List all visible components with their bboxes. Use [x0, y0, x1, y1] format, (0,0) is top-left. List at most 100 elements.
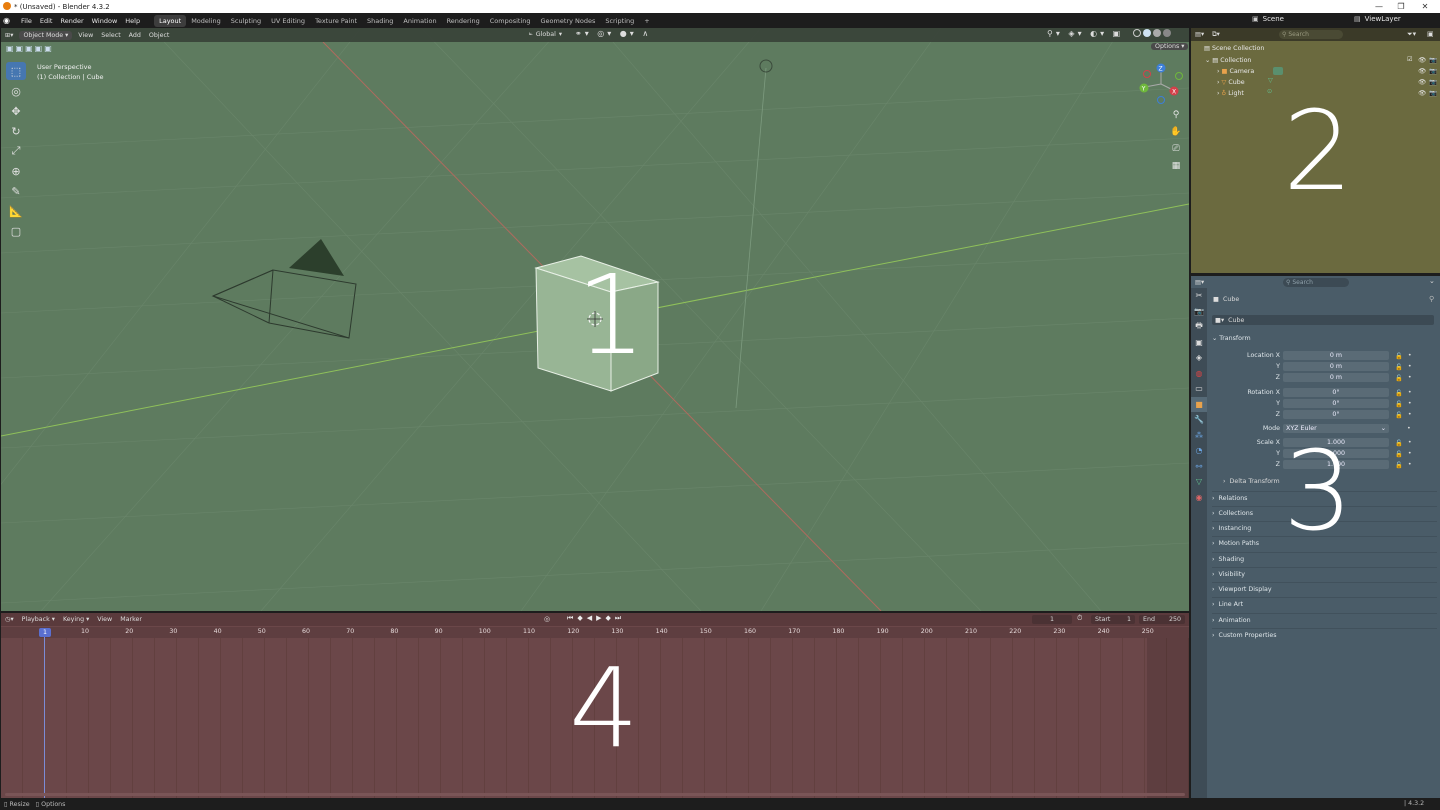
- collection-render-camera-icon[interactable]: 📷: [1429, 56, 1437, 64]
- outliner-editor[interactable]: ▤▾ ⧉▾ ⚲ Search ⏷▾ ▣ ▤ Scene Collection ⌄…: [1191, 28, 1440, 273]
- panel-viewport-display[interactable]: › Viewport Display: [1212, 582, 1437, 595]
- workspace-tab-layout[interactable]: Layout: [154, 14, 187, 27]
- rotation-z-field[interactable]: 0°: [1283, 410, 1389, 419]
- maximize-button[interactable]: ❐: [1390, 0, 1412, 13]
- data-tab-icon[interactable]: ▽: [1191, 474, 1207, 490]
- viewport-menu-object[interactable]: Object: [145, 32, 174, 39]
- viewport-menu-view[interactable]: View: [74, 32, 97, 39]
- camera-render-camera-icon[interactable]: 📷: [1429, 67, 1437, 75]
- properties-search-input[interactable]: ⚲ Search: [1283, 278, 1349, 287]
- navigation-gizmo[interactable]: Z Y X: [1137, 62, 1187, 106]
- annotate-tool-icon[interactable]: ✎: [6, 182, 26, 200]
- expand-cube-icon[interactable]: ›: [1217, 79, 1220, 86]
- delta-transform-subpanel[interactable]: › Delta Transform: [1223, 478, 1280, 485]
- pivot-snap-icons[interactable]: ⚭▾ ◎▾ ●▾ ∧: [575, 29, 651, 38]
- collection-visibility-eye-icon[interactable]: 👁: [1418, 56, 1426, 64]
- play-reverse-icon[interactable]: ◀: [587, 614, 592, 623]
- keyframe-dot-icon[interactable]: •: [1407, 425, 1411, 432]
- close-button[interactable]: ✕: [1414, 0, 1436, 13]
- timeline-editor-type-icon[interactable]: ◷▾: [1, 616, 18, 623]
- scene-selector[interactable]: ▣ Scene: [1252, 15, 1284, 23]
- workspace-tab-uv-editing[interactable]: UV Editing: [266, 15, 310, 27]
- viewlayer-selector[interactable]: ▤ ViewLayer: [1354, 15, 1401, 23]
- material-shading-icon[interactable]: [1153, 29, 1161, 37]
- rotation-y-field[interactable]: 0°: [1283, 399, 1389, 408]
- filter-icon[interactable]: ⏷▾: [1407, 30, 1416, 39]
- move-tool-icon[interactable]: ✥: [6, 102, 26, 120]
- timeline-ruler[interactable]: 10 20 30 40 50 60 70 80 90 100 110 120 130 140 150 160 1…: [1, 627, 1189, 638]
- menu-window[interactable]: Window: [88, 17, 122, 25]
- transform-panel-header[interactable]: ⌄ Transform: [1212, 332, 1437, 345]
- light-visibility-eye-icon[interactable]: 👁: [1418, 89, 1426, 97]
- timeline-menu-keying[interactable]: Keying ▾: [59, 616, 93, 623]
- viewport-menu-select[interactable]: Select: [97, 32, 124, 39]
- menu-edit[interactable]: Edit: [36, 17, 57, 25]
- object-name-field[interactable]: ■▾ Cube: [1212, 315, 1434, 325]
- pin-icon[interactable]: ⚲: [1429, 295, 1434, 303]
- keyframe-dot-icon[interactable]: •: [1408, 450, 1412, 457]
- workspace-tab-sculpting[interactable]: Sculpting: [226, 15, 266, 27]
- material-tab-icon[interactable]: ◉: [1191, 490, 1207, 506]
- workspace-tab-rendering[interactable]: Rendering: [442, 15, 485, 27]
- workspace-tab-texture-paint[interactable]: Texture Paint: [310, 15, 362, 27]
- keyframe-dot-icon[interactable]: •: [1408, 400, 1412, 407]
- workspace-tab-modeling[interactable]: Modeling: [186, 15, 226, 27]
- rotate-tool-icon[interactable]: ↻: [6, 122, 26, 140]
- mode-selector[interactable]: Object Mode ▾: [19, 30, 73, 40]
- jump-start-icon[interactable]: ⏮: [567, 614, 573, 623]
- lock-icon[interactable]: 🔓: [1395, 461, 1403, 469]
- current-frame-field[interactable]: 1: [1032, 615, 1072, 624]
- jump-end-icon[interactable]: ⏭: [615, 614, 621, 623]
- display-mode-icon[interactable]: ⧉▾: [1208, 31, 1224, 39]
- location-x-field[interactable]: 0 m: [1283, 351, 1389, 360]
- lock-icon[interactable]: 🔓: [1395, 450, 1403, 458]
- auto-keying-icon[interactable]: ◎: [544, 615, 550, 623]
- lock-icon[interactable]: 🔓: [1395, 439, 1403, 447]
- menu-help[interactable]: Help: [121, 17, 144, 25]
- prev-keyframe-icon[interactable]: ◆: [577, 614, 582, 623]
- view-layer-tab-icon[interactable]: ▣: [1191, 335, 1207, 351]
- rendered-shading-icon[interactable]: [1163, 29, 1171, 37]
- keyframe-dot-icon[interactable]: •: [1408, 389, 1412, 396]
- camera-visibility-eye-icon[interactable]: 👁: [1418, 67, 1426, 75]
- play-icon[interactable]: ▶: [596, 614, 601, 623]
- perspective-grid-icon[interactable]: ▦: [1169, 159, 1183, 173]
- properties-editor-type-icon[interactable]: ▤▾: [1191, 279, 1208, 286]
- chevron-down-icon[interactable]: ⌄: [1429, 277, 1435, 285]
- blender-menu-icon[interactable]: ◉: [3, 16, 17, 25]
- cube-render-camera-icon[interactable]: 📷: [1429, 78, 1437, 86]
- timeline-editor[interactable]: ◷▾ Playback ▾ Keying ▾ View Marker ◎ ⏮ ◆…: [1, 613, 1189, 798]
- panel-custom-properties[interactable]: › Custom Properties: [1212, 628, 1437, 641]
- keyframe-dot-icon[interactable]: •: [1408, 411, 1412, 418]
- playhead-frame-badge[interactable]: 1: [39, 628, 51, 637]
- keyframe-dot-icon[interactable]: •: [1408, 363, 1412, 370]
- light-render-camera-icon[interactable]: 📷: [1429, 89, 1437, 97]
- render-tab-icon[interactable]: 📷: [1191, 304, 1207, 320]
- lock-icon[interactable]: 🔓: [1395, 352, 1403, 360]
- editor-type-icon[interactable]: ⊞▾: [1, 32, 17, 39]
- zoom-icon[interactable]: ⚲: [1169, 108, 1183, 122]
- wireframe-shading-icon[interactable]: [1133, 29, 1141, 37]
- menu-render[interactable]: Render: [56, 17, 87, 25]
- selection-mode-icons[interactable]: ▣▣▣▣▣: [6, 44, 54, 53]
- keyframe-dot-icon[interactable]: •: [1408, 374, 1412, 381]
- location-y-field[interactable]: 0 m: [1283, 362, 1389, 371]
- collection-checkbox[interactable]: ☑: [1407, 56, 1413, 63]
- rotation-x-field[interactable]: 0°: [1283, 388, 1389, 397]
- properties-editor[interactable]: ▤▾ ⚲ Search ⌄ ✂ 📷 🖶 ▣ ◈ ◍ ▭ ■ 🔧 ⁂ ◔ ⚯ ▽ …: [1191, 276, 1440, 798]
- expand-collection-icon[interactable]: ⌄: [1205, 57, 1210, 64]
- next-keyframe-icon[interactable]: ◆: [605, 614, 610, 623]
- options-dropdown[interactable]: Options ▾: [1151, 43, 1189, 50]
- panel-line-art[interactable]: › Line Art: [1212, 597, 1437, 610]
- outliner-search-input[interactable]: ⚲ Search: [1279, 30, 1343, 39]
- shading-mode-icons[interactable]: [1133, 29, 1171, 37]
- start-frame-field[interactable]: Start 1: [1091, 615, 1135, 624]
- add-workspace-button[interactable]: +: [639, 15, 654, 27]
- expand-camera-icon[interactable]: ›: [1217, 68, 1220, 75]
- viewport-overlay-icons[interactable]: ⚲▾ ◈▾ ◐▾ ▣: [1047, 29, 1123, 38]
- outliner-row-camera[interactable]: › ■ Camera 👁 📷: [1191, 66, 1440, 77]
- select-box-tool-icon[interactable]: ⬚: [6, 62, 26, 80]
- camera-view-icon[interactable]: ⎚: [1169, 142, 1183, 156]
- new-collection-icon[interactable]: ▣: [1427, 30, 1434, 38]
- menu-file[interactable]: File: [17, 17, 36, 25]
